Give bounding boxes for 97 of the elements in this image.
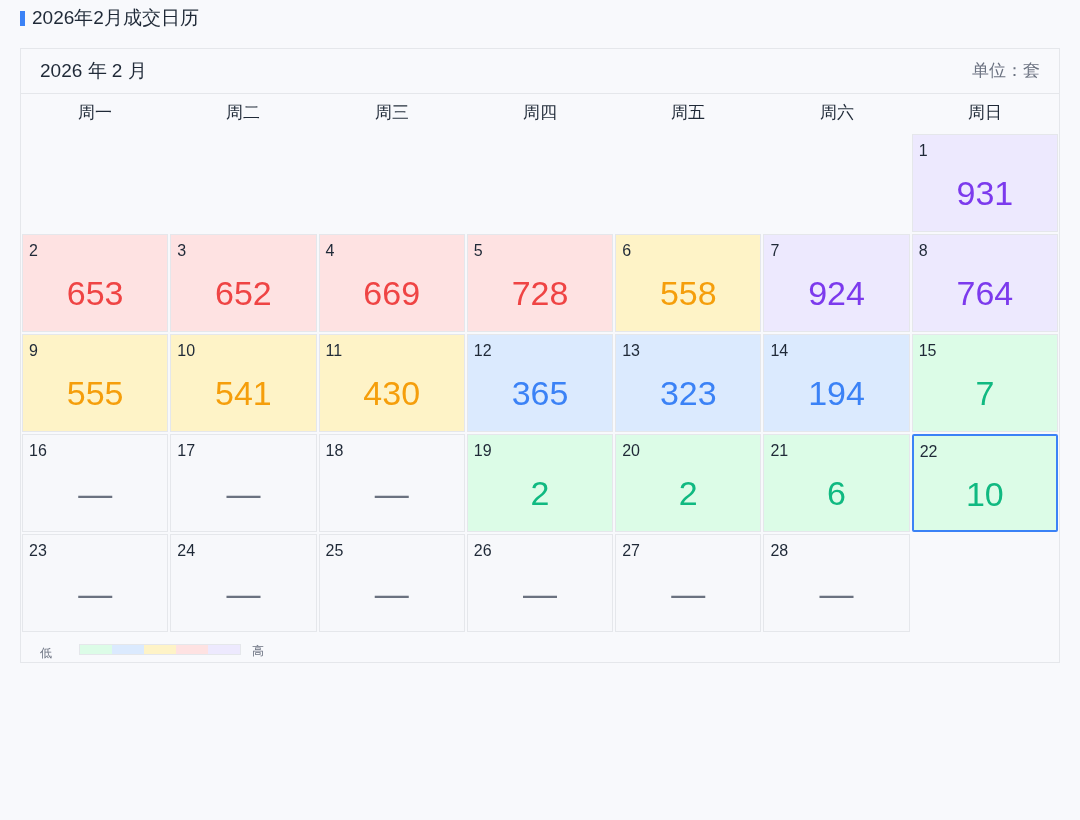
day-number: 5 — [473, 241, 483, 261]
deal-count: 555 — [66, 373, 124, 413]
day-number: 11 — [325, 341, 343, 361]
month-label: 2026 年 2 月 — [40, 58, 147, 83]
day-cell[interactable]: 13 323 — [615, 334, 762, 432]
day-number: 17 — [177, 441, 196, 461]
deal-count: — — [226, 473, 261, 513]
day-cell[interactable]: 5 728 — [466, 234, 614, 332]
day-number: 3 — [177, 241, 187, 261]
day-number: 16 — [29, 441, 47, 461]
day-number: 21 — [770, 441, 789, 461]
weekday-header: 周二 — [226, 102, 261, 125]
day-number: 28 — [770, 541, 789, 561]
deal-count: — — [523, 573, 557, 613]
day-number: 2 — [29, 241, 38, 261]
deal-count: 728 — [511, 273, 569, 313]
legend-low-label: 低 — [40, 646, 52, 660]
deal-count: — — [374, 473, 409, 513]
deal-count: 7 — [975, 373, 995, 413]
deal-count: — — [226, 573, 261, 613]
deal-count: — — [78, 473, 113, 513]
day-cell[interactable]: 22 10 — [911, 434, 1058, 532]
deal-count: 323 — [659, 373, 717, 413]
day-number: 8 — [918, 241, 928, 261]
day-number: 7 — [770, 241, 780, 261]
weekday-header: 周六 — [819, 102, 854, 125]
weekday-header: 周五 — [671, 102, 706, 125]
deal-count: — — [78, 573, 113, 613]
day-number: 19 — [473, 441, 492, 461]
day-cell[interactable]: 2 653 — [22, 234, 169, 332]
day-cell[interactable]: 8 764 — [911, 234, 1058, 332]
day-number: 1 — [918, 141, 928, 161]
legend-high-label: 高 — [252, 644, 264, 658]
day-cell[interactable]: 9 555 — [22, 334, 169, 432]
deal-count: 2 — [530, 473, 550, 513]
day-number: 9 — [29, 341, 38, 361]
day-cell[interactable]: 12 365 — [466, 334, 614, 432]
deal-count: 6 — [827, 473, 846, 513]
day-cell[interactable]: 21 6 — [763, 434, 910, 532]
deal-count: 541 — [215, 373, 272, 413]
day-cell[interactable]: 27 — — [615, 534, 762, 632]
day-number: 18 — [325, 441, 344, 461]
deal-count: 931 — [956, 173, 1014, 213]
page-title: 2026年2月成交日历 — [32, 5, 199, 30]
deal-count: 764 — [956, 273, 1014, 313]
day-cell[interactable]: 10 541 — [170, 334, 317, 432]
day-number: 27 — [622, 541, 640, 561]
day-cell[interactable]: 20 2 — [615, 434, 762, 532]
deal-count: 194 — [808, 373, 865, 413]
day-cell[interactable]: 19 2 — [466, 434, 614, 532]
day-cell[interactable]: 25 — — [318, 534, 465, 632]
day-cell[interactable]: 14 194 — [763, 334, 910, 432]
day-number: 25 — [325, 541, 344, 561]
day-cell[interactable]: 26 — — [466, 534, 614, 632]
deal-count: 430 — [363, 373, 421, 413]
day-number: 22 — [919, 442, 938, 462]
day-cell[interactable]: 4 669 — [318, 234, 465, 332]
deal-count: 653 — [66, 273, 124, 313]
day-cell[interactable]: 23 — — [22, 534, 169, 632]
deal-count: — — [374, 573, 409, 613]
weekday-header: 周一 — [78, 102, 113, 125]
day-cell[interactable]: 11 430 — [318, 334, 465, 432]
title-accent-bar — [20, 10, 25, 26]
deal-count: 558 — [659, 273, 717, 313]
deal-count: 924 — [808, 273, 865, 313]
weekday-header: 周三 — [374, 102, 409, 125]
day-cell[interactable]: 18 — — [318, 434, 465, 532]
day-number: 12 — [473, 341, 492, 361]
deal-count: 2 — [678, 473, 698, 513]
deal-count: 10 — [965, 474, 1004, 514]
day-number: 6 — [622, 241, 632, 261]
deal-count: — — [671, 573, 706, 613]
day-cell[interactable]: 6 558 — [615, 234, 762, 332]
day-cell[interactable]: 28 — — [763, 534, 910, 632]
deal-count: 365 — [511, 373, 569, 413]
day-cell[interactable]: 7 924 — [763, 234, 910, 332]
day-number: 20 — [622, 441, 640, 461]
day-cell[interactable]: 24 — — [170, 534, 317, 632]
day-number: 24 — [177, 541, 196, 561]
weekday-header: 周日 — [967, 102, 1002, 125]
day-cell[interactable]: 3 652 — [170, 234, 317, 332]
deal-count: 669 — [363, 273, 421, 313]
deal-count: 652 — [215, 273, 272, 313]
day-number: 26 — [473, 541, 492, 561]
day-cell[interactable]: 17 — — [170, 434, 317, 532]
day-number: 10 — [177, 341, 196, 361]
day-number: 13 — [622, 341, 640, 361]
day-number: 14 — [770, 341, 789, 361]
day-cell[interactable]: 16 — — [22, 434, 169, 532]
weekday-header: 周四 — [523, 102, 557, 125]
unit-label: 单位：套 — [972, 60, 1040, 83]
deal-count: — — [819, 573, 854, 613]
day-number: 4 — [325, 241, 335, 261]
day-cell[interactable]: 15 7 — [911, 334, 1058, 432]
day-number: 15 — [918, 341, 937, 361]
day-cell[interactable]: 1 931 — [911, 134, 1058, 232]
day-number: 23 — [29, 541, 47, 561]
